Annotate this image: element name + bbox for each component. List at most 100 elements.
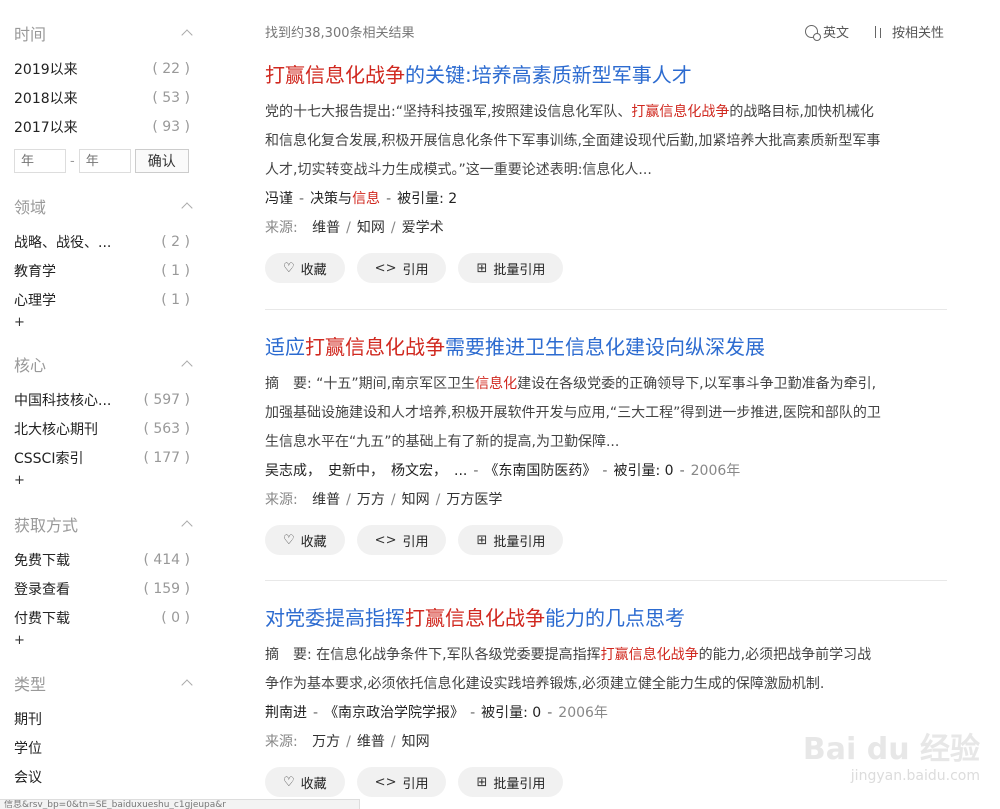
author-list[interactable]: 吴志成， 史新中， 杨文宏， ... <box>265 463 467 479</box>
confirm-button[interactable]: 确认 <box>134 149 189 173</box>
source-link[interactable]: 维普 <box>312 492 340 508</box>
abstract-text: 的战略目标,加快机械化 <box>729 104 874 120</box>
collapse-chevron-icon[interactable] <box>182 359 192 369</box>
facet-label: 2017以来 <box>14 119 78 136</box>
folder-plus-icon: ⊞ <box>476 532 488 548</box>
journal-highlight: 信息 <box>352 191 381 207</box>
facet-item[interactable]: 2017以来 ( 93 ) <box>14 112 194 141</box>
filter-title: 时间 <box>14 25 47 44</box>
collapse-chevron-icon[interactable] <box>182 678 192 688</box>
collect-label: 收藏 <box>300 262 327 278</box>
code-brackets-icon: <> <box>374 260 397 276</box>
author-link[interactable]: 荆南进 <box>265 705 307 721</box>
result-title-link[interactable]: 对党委提高指挥打赢信息化战争能力的几点思考 <box>265 603 950 633</box>
collapse-chevron-icon[interactable] <box>182 519 192 529</box>
facet-item[interactable]: 登录查看 ( 159 ) <box>14 574 194 603</box>
collect-button[interactable]: ♡ 收藏 <box>265 767 345 797</box>
source-link[interactable]: 万方医学 <box>446 492 502 508</box>
source-label: 来源: <box>265 734 298 750</box>
collapse-chevron-icon[interactable] <box>182 28 192 38</box>
abstract-text: 摘 要: 在信息化战争条件下,军队各级党委要提高指挥 <box>265 647 601 663</box>
result-sources: 来源: 维普 / 万方 / 知网 / 万方医学 <box>265 492 503 508</box>
filter-title: 领域 <box>14 198 47 217</box>
facet-item[interactable]: 心理学 ( 1 ) <box>14 285 194 314</box>
year-from-input[interactable] <box>14 149 66 173</box>
facet-item[interactable]: 期刊 <box>14 704 194 733</box>
batch-cite-button[interactable]: ⊞ 批量引用 <box>458 525 564 555</box>
result-title-link[interactable]: 适应打赢信息化战争需要推进卫生信息化建设向纵深发展 <box>265 332 950 362</box>
author-link[interactable]: 冯谨 <box>265 191 293 207</box>
show-more-button[interactable]: + <box>14 314 194 332</box>
result-title-link[interactable]: 打赢信息化战争的关键:培养高素质新型军事人才 <box>265 60 950 90</box>
batch-cite-label: 批量引用 <box>493 262 546 278</box>
batch-cite-button[interactable]: ⊞ 批量引用 <box>458 253 564 283</box>
facet-item[interactable]: 战略、战役、... ( 2 ) <box>14 227 194 256</box>
title-highlight: 打赢信息化战争 <box>265 63 405 87</box>
source-link[interactable]: 万方 <box>357 492 385 508</box>
show-more-button[interactable]: + <box>14 472 194 490</box>
facet-item[interactable]: 2019以来 ( 22 ) <box>14 54 194 83</box>
filter-header-time[interactable]: 时间 <box>14 20 194 46</box>
facet-label: 中国科技核心... <box>14 392 112 409</box>
source-link[interactable]: 维普 <box>312 220 340 236</box>
result-abstract: 摘 要: 在信息化战争条件下,军队各级党委要提高指挥打赢信息化战争的能力,必须把… <box>265 641 950 699</box>
sort-dropdown[interactable]: 按相关性 <box>873 22 944 41</box>
collect-button[interactable]: ♡ 收藏 <box>265 525 345 555</box>
code-brackets-icon: <> <box>374 532 397 548</box>
cite-button[interactable]: <> 引用 <box>356 525 447 555</box>
filter-header-core[interactable]: 核心 <box>14 351 194 377</box>
filter-header-access[interactable]: 获取方式 <box>14 511 194 537</box>
source-link[interactable]: 知网 <box>402 734 430 750</box>
result-meta: 吴志成， 史新中， 杨文宏， ... - 《东南国防医药》 - 被引量: 0-2006年 <box>265 463 741 479</box>
show-more-button[interactable]: + <box>14 632 194 650</box>
facet-count: ( 414 ) <box>143 551 190 568</box>
filter-header-type[interactable]: 类型 <box>14 670 194 696</box>
facet-item[interactable]: 北大核心期刊 ( 563 ) <box>14 414 194 443</box>
result-item: 打赢信息化战争的关键:培养高素质新型军事人才 党的十七大报告提出:“坚持科技强军… <box>265 60 950 283</box>
filter-header-field[interactable]: 领域 <box>14 193 194 219</box>
title-text: 的关键:培养高素质新型军事人才 <box>405 63 692 87</box>
collapse-chevron-icon[interactable] <box>182 201 192 211</box>
year: 2006年 <box>690 463 741 479</box>
facet-item[interactable]: 学位 <box>14 733 194 762</box>
source-link[interactable]: 爱学术 <box>402 220 444 236</box>
facet-item[interactable]: 会议 <box>14 762 194 791</box>
sort-icon <box>873 25 887 39</box>
facet-label: 学位 <box>14 740 42 757</box>
facet-item[interactable]: CSSCI索引 ( 177 ) <box>14 443 194 472</box>
facet-count: ( 22 ) <box>152 60 190 77</box>
cite-button[interactable]: <> 引用 <box>356 253 447 283</box>
journal-text: 决策与 <box>310 191 353 207</box>
facet-item[interactable]: 教育学 ( 1 ) <box>14 256 194 285</box>
collect-button[interactable]: ♡ 收藏 <box>265 253 345 283</box>
year-to-input[interactable] <box>78 149 131 173</box>
journal-link[interactable]: 《东南国防医药》 <box>484 463 596 479</box>
folder-plus-icon: ⊞ <box>476 260 488 276</box>
language-icon <box>804 25 821 41</box>
journal-link[interactable]: 决策与信息 <box>310 191 380 207</box>
batch-cite-label: 批量引用 <box>493 776 546 792</box>
source-link[interactable]: 知网 <box>357 220 385 236</box>
cite-count: 0 <box>664 463 674 479</box>
facet-item[interactable]: 2018以来 ( 53 ) <box>14 83 194 112</box>
filter-section-access: 获取方式 免费下载 ( 414 ) 登录查看 ( 159 ) 付费下载 ( 0 ) + <box>14 511 194 650</box>
result-meta: 冯谨 - 决策与信息 - 被引量: 2 <box>265 191 458 207</box>
title-highlight: 打赢信息化战争 <box>405 606 545 630</box>
source-link[interactable]: 知网 <box>402 492 430 508</box>
facet-label: 北大核心期刊 <box>14 421 98 438</box>
title-highlight: 打赢信息化战争 <box>305 335 445 359</box>
source-link[interactable]: 维普 <box>357 734 385 750</box>
facet-count: ( 0 ) <box>161 609 190 626</box>
baidu-jingyan-watermark: Bai du 经验 jingyan.baidu.com <box>803 724 980 784</box>
source-link[interactable]: 万方 <box>312 734 340 750</box>
facet-count: ( 1 ) <box>161 262 190 279</box>
title-text: 对党委提高指挥 <box>265 606 405 630</box>
english-toggle[interactable]: 英文 <box>804 22 849 41</box>
cite-button[interactable]: <> 引用 <box>356 767 447 797</box>
journal-link[interactable]: 《南京政治学院学报》 <box>324 705 464 721</box>
facet-item[interactable]: 中国科技核心... ( 597 ) <box>14 385 194 414</box>
facet-item[interactable]: 付费下载 ( 0 ) <box>14 603 194 632</box>
facet-count: ( 177 ) <box>143 449 190 466</box>
facet-item[interactable]: 免费下载 ( 414 ) <box>14 545 194 574</box>
batch-cite-button[interactable]: ⊞ 批量引用 <box>458 767 564 797</box>
